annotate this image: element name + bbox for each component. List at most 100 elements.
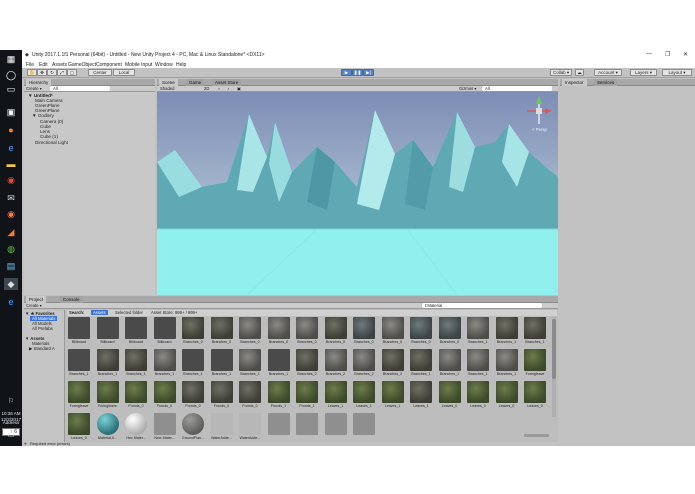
thumbnail-size-slider[interactable] [524, 434, 549, 437]
rotate-tool-icon[interactable]: ↻ [47, 69, 57, 76]
pivot-center-button[interactable]: Center [88, 69, 112, 76]
asset-item[interactable]: Branches_1 [466, 349, 490, 379]
maximize-button[interactable]: ❐ [665, 51, 670, 58]
status-message[interactable]: Required error (errors) [30, 441, 70, 446]
shading-mode-dropdown[interactable]: Shaded [160, 86, 174, 91]
scene-viewport[interactable]: < Persp [157, 92, 558, 295]
app-orange-icon[interactable]: ◢ [4, 226, 18, 238]
project-search-input[interactable]: t:Material [422, 303, 542, 308]
project-create-button[interactable]: Create ▾ [26, 303, 42, 308]
asset-item[interactable] [352, 413, 376, 442]
scope-assets-button[interactable]: Assets [91, 310, 108, 315]
asset-item[interactable]: Leaves_1 [324, 381, 348, 411]
asset-item[interactable]: Leaves_1 [409, 381, 433, 411]
asset-item[interactable]: GroundPlan... [181, 413, 205, 442]
layers-dropdown[interactable]: Layers ▾ [630, 69, 657, 76]
lighting-toggle-icon[interactable]: ☼ [217, 86, 221, 91]
step-button-icon[interactable]: ▶| [363, 69, 374, 76]
asset-item[interactable]: Leaves_0 [438, 381, 462, 411]
notifications-icon[interactable]: ▭ [4, 428, 18, 440]
asset-item[interactable]: Branches_1 [181, 349, 205, 379]
asset-item[interactable]: Branches_0 [324, 317, 348, 347]
explorer-icon[interactable]: ▬ [4, 158, 18, 170]
asset-item[interactable]: Branches_0 [295, 317, 319, 347]
asset-item[interactable]: Branches_1 [267, 349, 291, 379]
hierarchy-item[interactable]: ▼ Godlery [32, 113, 54, 118]
asset-item[interactable]: Branches_1 [124, 349, 148, 379]
asset-item[interactable]: Branches_0 [438, 317, 462, 347]
audio-toggle-icon[interactable]: ♪ [227, 86, 229, 91]
scrollbar-thumb[interactable] [552, 319, 556, 379]
task-view-icon[interactable]: ▭ [4, 83, 18, 95]
asset-item[interactable]: Branches_0 [210, 317, 234, 347]
asset-item[interactable] [324, 413, 348, 442]
asset-item[interactable]: Leaves_1 [352, 381, 376, 411]
hierarchy-item[interactable]: Directional Light [35, 140, 68, 145]
asset-item[interactable]: Branches_0 [181, 317, 205, 347]
asset-item[interactable]: Foringleave [67, 381, 91, 411]
tab-scene[interactable]: Scene [159, 79, 178, 86]
minimize-button[interactable]: — [646, 51, 652, 57]
chrome-icon[interactable]: ◉ [4, 174, 18, 186]
asset-item[interactable]: Branches_1 [495, 317, 519, 347]
play-button-icon[interactable]: ▶ [341, 69, 352, 76]
asset-item[interactable]: Material-0... [96, 413, 120, 442]
collab-dropdown[interactable]: Collab ▾ [550, 69, 572, 76]
asset-item[interactable]: Leaves_0 [466, 381, 490, 411]
app-green-icon[interactable]: ◍ [4, 243, 18, 255]
mail-icon[interactable]: ✉ [4, 192, 18, 204]
tab-services[interactable]: Services [594, 79, 618, 86]
asset-item[interactable]: Branches_0 [381, 317, 405, 347]
asset-item[interactable]: Fronds_0 [210, 381, 234, 411]
windows-start-icon[interactable]: ▦ [4, 53, 18, 65]
scope-asset-store-button[interactable]: Asset Store: 999+ / 999+ [151, 310, 197, 315]
asset-item[interactable]: Branches_0 [352, 317, 376, 347]
asset-item[interactable]: Branches_1 [210, 349, 234, 379]
tab-game[interactable]: Game [186, 79, 205, 86]
asset-item[interactable]: Billboard [124, 317, 148, 347]
pivot-local-button[interactable]: Local [113, 69, 135, 76]
asset-item[interactable]: Branches_1 [238, 349, 262, 379]
asset-item[interactable] [267, 413, 291, 442]
tab-hierarchy[interactable]: Hierarchy [26, 79, 52, 86]
asset-item[interactable]: Branches_1 [96, 349, 120, 379]
asset-item[interactable]: Branches_0 [409, 317, 433, 347]
edge-blue-icon[interactable]: e [4, 296, 18, 308]
asset-item[interactable]: Branches_1 [438, 349, 462, 379]
asset-item[interactable]: Branches_2 [381, 349, 405, 379]
network-icon[interactable]: ⚐ [4, 395, 18, 407]
asset-item[interactable]: Branches_1 [67, 349, 91, 379]
hierarchy-search-input[interactable]: All [50, 86, 110, 91]
asset-item[interactable]: Leaves_0 [523, 381, 547, 411]
asset-item[interactable]: Branches_0 [238, 317, 262, 347]
asset-item[interactable]: Branches_2 [295, 349, 319, 379]
tab-asset-store[interactable]: Asset Store [212, 79, 242, 86]
hand-tool-icon[interactable]: ✋ [27, 69, 37, 76]
asset-item[interactable]: WaterAdde... [238, 413, 262, 442]
files-icon[interactable]: ▤ [4, 260, 18, 272]
2d-toggle[interactable]: 2D [204, 86, 209, 91]
asset-item[interactable]: Billboard [67, 317, 91, 347]
asset-item[interactable]: WaterAdde... [210, 413, 234, 442]
unity-icon[interactable]: ◆ [4, 278, 18, 290]
rect-tool-icon[interactable]: ▢ [67, 69, 77, 76]
cortana-circle-icon[interactable]: ◯ [4, 69, 18, 81]
asset-item[interactable]: Leaves_1 [381, 381, 405, 411]
firefox-icon[interactable]: ● [4, 124, 18, 136]
clock-date[interactable]: 12/2/2017 [0, 417, 22, 423]
chrome-alt-icon[interactable]: ◉ [4, 208, 18, 220]
asset-item[interactable]: Billboard [96, 317, 120, 347]
edge-icon[interactable]: e [4, 142, 18, 154]
account-dropdown[interactable]: Account ▾ [594, 69, 622, 76]
scale-tool-icon[interactable]: ⤢ [57, 69, 67, 76]
tab-project[interactable]: Project [26, 296, 47, 303]
asset-item[interactable]: Leaves_0 [495, 381, 519, 411]
scene-search-input[interactable]: All [482, 86, 552, 91]
cloud-icon[interactable]: ☁ [575, 69, 584, 76]
effects-toggle-icon[interactable]: ▣ [237, 86, 241, 91]
folder-standard-assets[interactable]: ▶ Standard A [29, 346, 55, 352]
hierarchy-create-button[interactable]: Create ▾ [26, 86, 42, 91]
asset-item[interactable]: Fronds_0 [153, 381, 177, 411]
asset-item[interactable]: Branches_1 [495, 349, 519, 379]
asset-grid-scrollbar[interactable] [552, 317, 556, 417]
